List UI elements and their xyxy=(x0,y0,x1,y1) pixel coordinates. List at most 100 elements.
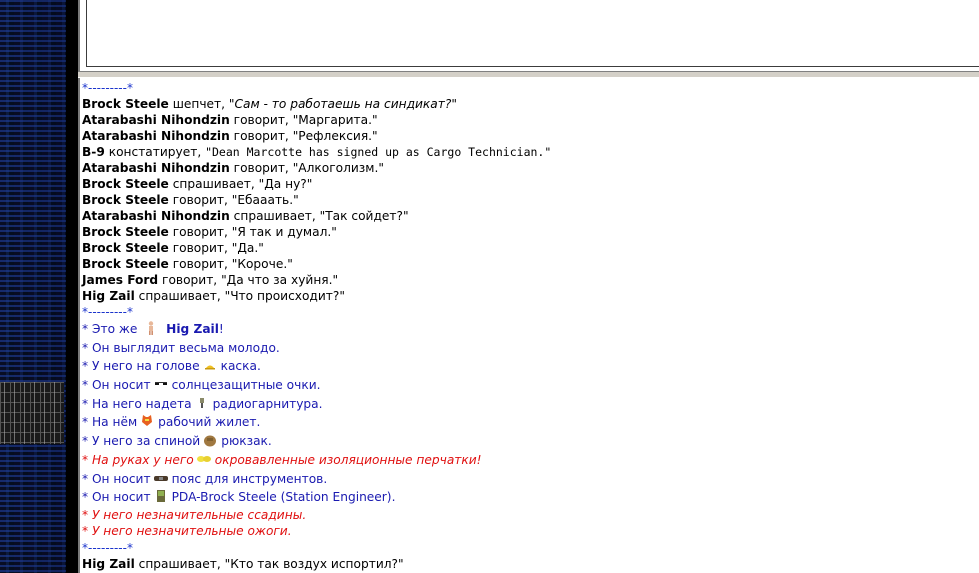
examine-item-prefix: * На него надета xyxy=(82,396,192,411)
examine-item-name[interactable]: рабочий жилет. xyxy=(158,415,260,429)
speech-verb: говорит, xyxy=(172,241,228,255)
examine-items: * У него на голове каска. * Он носит солнце… xyxy=(82,357,979,507)
hardhat-icon xyxy=(202,358,218,372)
toolbelt-icon xyxy=(153,471,169,485)
speaker-name[interactable]: Atarabashi Nihondzin xyxy=(82,129,230,143)
chat-message: James Ford говорит, "Да что за хуйня." xyxy=(82,272,979,288)
browser-pane[interactable] xyxy=(78,0,979,71)
person-icon xyxy=(143,321,159,335)
examine-item-prefix: * На нём xyxy=(82,415,138,430)
speech-text: "Сам - то работаешь на синдикат?" xyxy=(228,97,457,111)
speech-text: "Короче." xyxy=(231,257,293,271)
chat-message: Brock Steele спрашивает, "Да ну?" xyxy=(82,176,979,192)
speech-verb: говорит, xyxy=(233,113,289,127)
chat-message: Atarabashi Nihondzin спрашивает, "Так со… xyxy=(82,208,979,224)
examine-item-line: * На него надета радиогарнитура. xyxy=(82,395,979,414)
speech-verb: шепчет, xyxy=(172,97,225,111)
speech-verb: говорит, xyxy=(172,257,228,271)
speech-verb: говорит, xyxy=(233,161,289,175)
examine-item-name[interactable]: рюкзак. xyxy=(221,434,272,448)
chat-message: Brock Steele говорит, "Да." xyxy=(82,240,979,256)
speech-verb: спрашивает, xyxy=(138,289,221,303)
speaker-name[interactable]: Brock Steele xyxy=(82,225,169,239)
examine-item-name[interactable]: радиогарнитура. xyxy=(213,397,323,411)
speaker-name[interactable]: Atarabashi Nihondzin xyxy=(82,113,230,127)
speech-text: "Да что за хуйня." xyxy=(221,273,339,287)
examine-item-prefix: * Он носит xyxy=(82,490,151,505)
sunglasses-icon xyxy=(153,377,169,391)
examine-prefix: * Это же xyxy=(82,322,138,336)
speech-text: "Dean Marcotte has signed up as Cargo Te… xyxy=(205,145,552,159)
speech-verb: говорит, xyxy=(162,273,218,287)
examine-item-name[interactable]: каска. xyxy=(221,359,261,373)
pda-icon xyxy=(153,489,169,503)
speaker-name[interactable]: Hig Zail xyxy=(82,289,135,303)
speech-text: "Маргарита." xyxy=(292,113,378,127)
examine-item-prefix: * У него за спиной xyxy=(82,434,201,449)
speaker-name[interactable]: Atarabashi Nihondzin xyxy=(82,161,230,175)
chat-output[interactable]: *---------* Brock Steele шепчет, "Сам - … xyxy=(78,78,979,573)
speaker-name[interactable]: B-9 xyxy=(82,145,105,159)
chat-separator: *---------* xyxy=(82,540,133,555)
chat-message: Atarabashi Nihondzin говорит, "Маргарита… xyxy=(82,112,979,128)
map-border xyxy=(66,0,78,573)
examine-item-line: * Он носит солнцезащитные очки. xyxy=(82,376,979,395)
examine-item-line: * У него на голове каска. xyxy=(82,357,979,376)
speaker-name[interactable]: Brock Steele xyxy=(82,241,169,255)
examine-description: * Он выглядит весьма молодо. xyxy=(82,340,280,355)
examine-line-name: * Это же Hig Zail! xyxy=(82,320,979,339)
speaker-name[interactable]: James Ford xyxy=(82,273,158,287)
speaker-name[interactable]: Brock Steele xyxy=(82,193,169,207)
speech-text: "Кто так воздух испортил?" xyxy=(224,556,404,571)
examine-item-line: * У него за спиной рюкзак. xyxy=(82,432,979,451)
speech-verb: констатирует, xyxy=(108,145,202,159)
speech-text: "Да." xyxy=(231,241,264,255)
pane-splitter[interactable] xyxy=(78,71,979,78)
speech-verb: спрашивает, xyxy=(233,209,316,223)
examine-item-line: * На нём рабочий жилет. xyxy=(82,413,979,432)
examine-item-prefix: * Он носит xyxy=(82,378,151,393)
chat-message: Brock Steele говорит, "Короче." xyxy=(82,256,979,272)
chat-separator: *---------* xyxy=(82,305,133,319)
speaker-name[interactable]: Brock Steele xyxy=(82,257,169,271)
examine-block: * Это же Hig Zail! * Он выглядит весьма … xyxy=(82,320,979,540)
vest-icon xyxy=(139,414,155,428)
chat-message: Brock Steele говорит, "Я так и думал." xyxy=(82,224,979,240)
injury-line: * У него незначительные ожоги. xyxy=(82,524,292,539)
speech-verb: говорит, xyxy=(172,225,228,239)
chat-message: Hig Zail спрашивает, "Кто так воздух исп… xyxy=(82,556,979,572)
gloves-icon xyxy=(196,452,212,466)
speaker-name[interactable]: Brock Steele xyxy=(82,97,169,111)
chat-message: B-9 констатирует, "Dean Marcotte has sig… xyxy=(82,144,979,160)
speech-verb: спрашивает, xyxy=(138,556,221,571)
examine-item-name[interactable]: PDA-Brock Steele (Station Engineer). xyxy=(172,490,396,504)
speaker-name[interactable]: Hig Zail xyxy=(82,557,135,571)
examine-target-name[interactable]: Hig Zail xyxy=(166,322,219,336)
injury-line: * У него незначительные ссадины. xyxy=(82,507,307,522)
examine-item-name[interactable]: солнцезащитные очки. xyxy=(172,378,321,392)
speech-verb: говорит, xyxy=(172,193,228,207)
chat-separator: *---------* xyxy=(82,81,133,95)
examine-item-name[interactable]: окровавленные изоляционные перчатки! xyxy=(215,453,482,467)
examine-item-prefix: * На руках у него xyxy=(82,452,194,467)
speech-text: "Что происходит?" xyxy=(224,289,345,303)
speaker-name[interactable]: Brock Steele xyxy=(82,177,169,191)
speech-text: "Да ну?" xyxy=(258,177,313,191)
speech-verb: говорит, xyxy=(233,129,289,143)
chat-messages: Brock Steele шепчет, "Сам - то работаешь… xyxy=(82,96,979,304)
chat-message: Brock Steele говорит, "Ебааать." xyxy=(82,192,979,208)
speech-verb: спрашивает, xyxy=(172,177,255,191)
speech-text: "Алкоголизм." xyxy=(292,161,384,175)
speech-text: "Ебааать." xyxy=(231,193,299,207)
examine-item-name[interactable]: пояс для инструментов. xyxy=(172,472,328,486)
speaker-name[interactable]: Atarabashi Nihondzin xyxy=(82,209,230,223)
examine-item-prefix: * Он носит xyxy=(82,471,151,486)
backpack-icon xyxy=(202,433,218,447)
chat-message: Brock Steele шепчет, "Сам - то работаешь… xyxy=(82,96,979,112)
game-map-viewport[interactable] xyxy=(0,0,78,573)
map-floor-grate xyxy=(0,382,64,444)
chat-message: Atarabashi Nihondzin говорит, "Алкоголиз… xyxy=(82,160,979,176)
examine-item-prefix: * У него на голове xyxy=(82,359,200,374)
examine-item-line: * Он носит пояс для инструментов. xyxy=(82,470,979,489)
speech-text: "Рефлексия." xyxy=(292,129,378,143)
